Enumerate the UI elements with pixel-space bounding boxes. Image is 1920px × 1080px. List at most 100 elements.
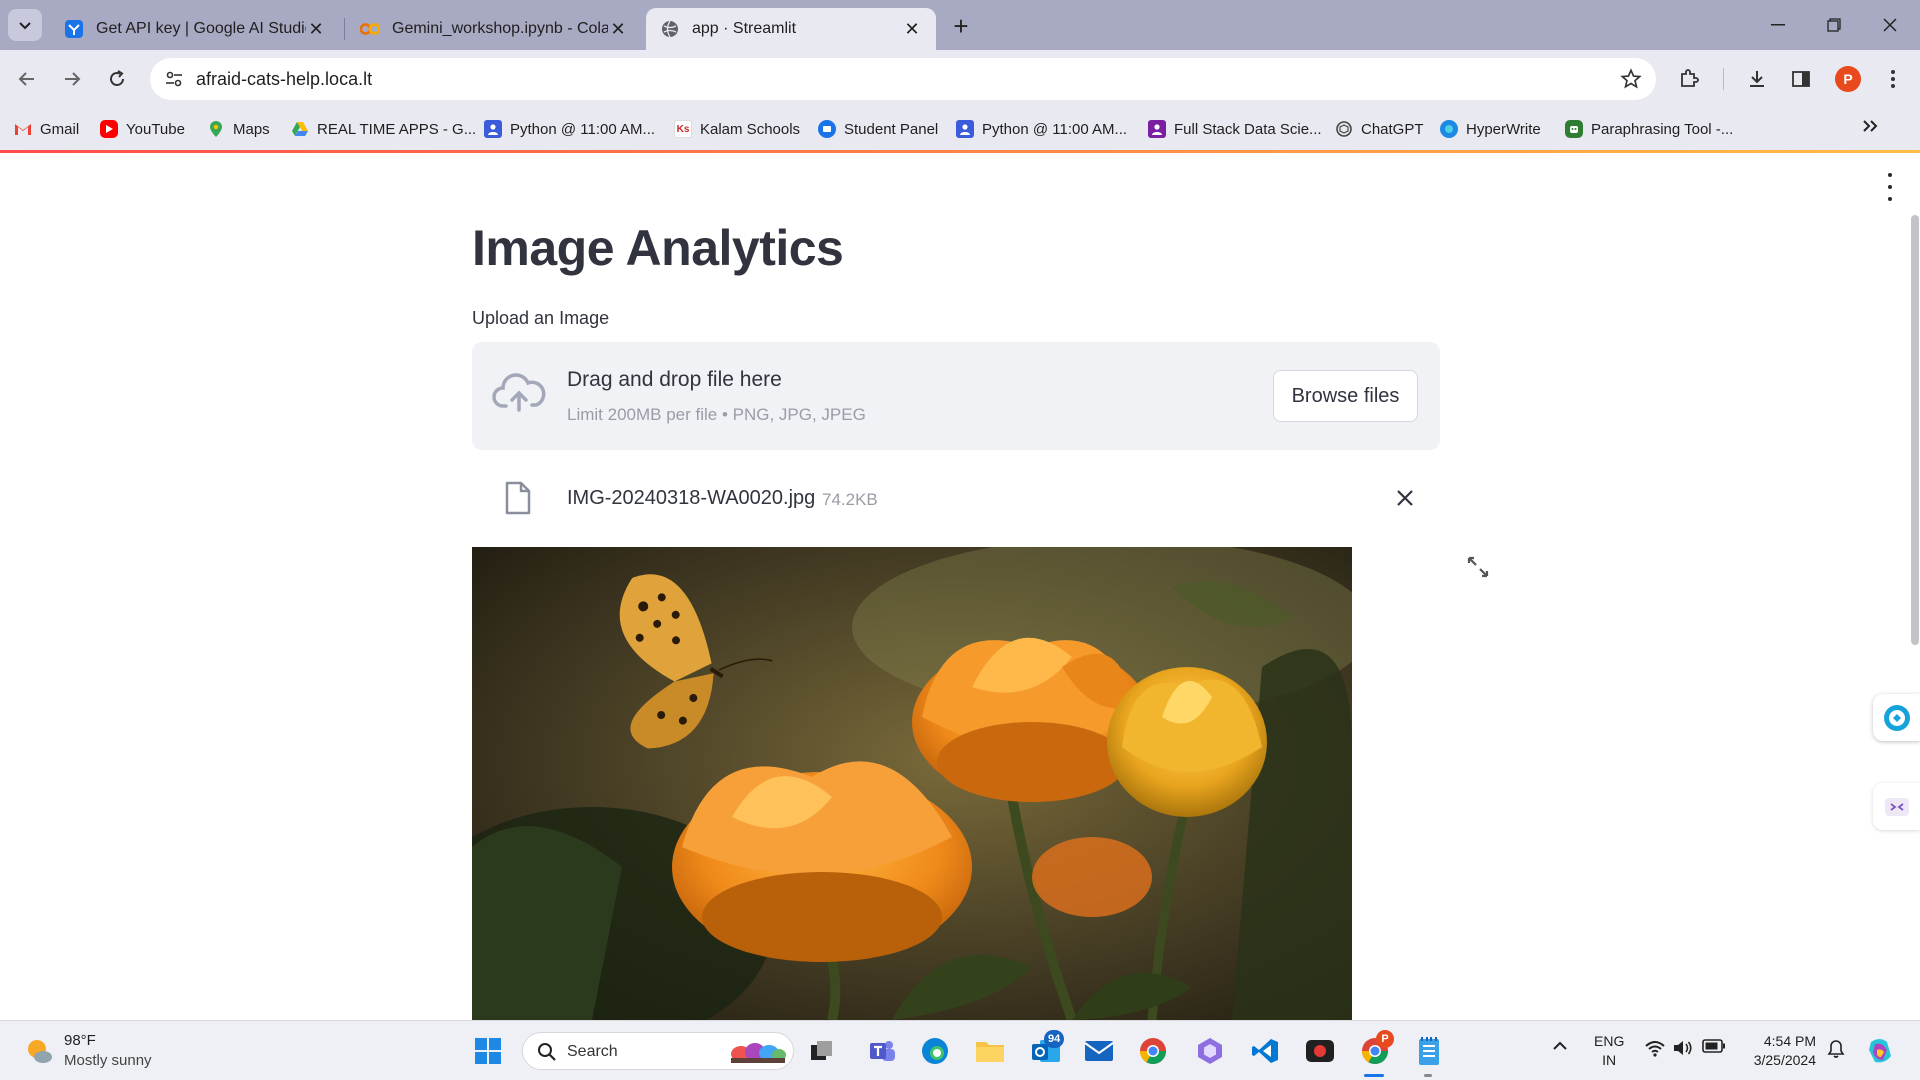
active-app-indicator [1364, 1074, 1384, 1077]
side-panel-button[interactable] [1784, 62, 1818, 96]
code-collapse-icon [1884, 797, 1909, 816]
battery-icon [1702, 1039, 1725, 1053]
browse-files-button[interactable]: Browse files [1273, 370, 1418, 422]
puzzle-icon [1681, 69, 1699, 87]
tab-divider [344, 18, 345, 40]
bookmark-kalam-schools[interactable]: Ks Kalam Schools [674, 117, 800, 141]
address-bar[interactable]: afraid-cats-help.loca.lt [150, 58, 1656, 100]
bookmark-paraphrasing-tool[interactable]: Paraphrasing Tool -... [1565, 117, 1733, 141]
kalam-icon: Ks [674, 120, 692, 138]
running-app-indicator [1424, 1074, 1432, 1077]
floating-tools-button[interactable] [1873, 783, 1920, 830]
menu-dot [1888, 185, 1892, 189]
globe-icon [660, 19, 680, 39]
wifi-icon [1645, 1041, 1665, 1057]
bookmark-star-icon[interactable] [1620, 68, 1642, 90]
drive-icon [291, 120, 309, 138]
edge-button[interactable] [919, 1035, 951, 1067]
bookmark-label: Gmail [40, 120, 80, 138]
tab-title: Gemini_workshop.ipynb - Colab [392, 20, 608, 37]
app-menu-button[interactable] [1880, 173, 1900, 201]
close-tab-icon[interactable]: ✕ [306, 19, 326, 39]
tab-streamlit[interactable]: app · Streamlit ✕ [646, 8, 936, 50]
menu-dot [1888, 197, 1892, 201]
close-window-button[interactable] [1862, 0, 1918, 50]
student-panel-icon [818, 120, 836, 138]
extensions-button[interactable] [1672, 62, 1706, 96]
site-settings-icon[interactable] [164, 69, 184, 89]
restore-button[interactable] [1806, 0, 1862, 50]
bookmark-python-1[interactable]: Python @ 11:00 AM... [484, 117, 655, 141]
tab-colab[interactable]: Gemini_workshop.ipynb - Colab ✕ [346, 8, 642, 50]
reload-button[interactable] [100, 62, 134, 96]
bookmark-student-panel[interactable]: Student Panel [818, 117, 938, 141]
system-clock[interactable]: 4:54 PM 3/25/2024 [1746, 1032, 1816, 1070]
fullscreen-icon[interactable] [1466, 555, 1490, 579]
notifications-button[interactable] [1826, 1039, 1846, 1062]
tab-title: Get API key | Google AI Studio [96, 20, 306, 37]
wifi-status[interactable] [1644, 1039, 1666, 1060]
forward-button[interactable] [55, 62, 89, 96]
close-tab-icon[interactable]: ✕ [608, 19, 628, 39]
profile-avatar[interactable]: P [1835, 66, 1861, 92]
bookmark-gmail[interactable]: Gmail [14, 117, 79, 141]
chrome-profile-badge: P [1376, 1030, 1394, 1048]
floating-assistant-button[interactable] [1873, 694, 1920, 741]
notification-badge: 94 [1044, 1030, 1065, 1048]
bookmark-python-2[interactable]: Python @ 11:00 AM... [956, 117, 1127, 141]
windows-taskbar: 98°F Mostly sunny Search 94 P ENG IN 4:5… [0, 1020, 1920, 1080]
contact-icon [484, 120, 502, 138]
close-icon [1883, 18, 1897, 32]
notepad-button[interactable] [1413, 1035, 1445, 1067]
tab-google-ai-studio[interactable]: Get API key | Google AI Studio ✕ [50, 8, 340, 50]
chrome-menu-button[interactable] [1876, 62, 1910, 96]
google-ai-studio-icon [64, 19, 84, 39]
url-text: afraid-cats-help.loca.lt [196, 69, 373, 89]
bookmark-youtube[interactable]: YouTube [100, 117, 185, 141]
bookmark-full-stack[interactable]: Full Stack Data Scie... [1148, 117, 1322, 141]
sun-cloud-icon[interactable] [24, 1036, 54, 1066]
restore-icon [1827, 18, 1841, 32]
clock-time: 4:54 PM [1763, 1033, 1816, 1049]
downloads-button[interactable] [1740, 62, 1774, 96]
screen-recorder-button[interactable] [1304, 1035, 1336, 1067]
copilot-tray-button[interactable] [1864, 1035, 1896, 1067]
file-explorer-button[interactable] [974, 1035, 1006, 1067]
remove-file-button[interactable] [1392, 485, 1418, 511]
show-hidden-icons-button[interactable] [1552, 1039, 1568, 1055]
download-icon [1750, 71, 1764, 87]
edge-icon [922, 1038, 948, 1064]
bookmark-label: Full Stack Data Scie... [1174, 120, 1322, 138]
battery-status[interactable] [1702, 1039, 1726, 1056]
copilot-icon [1198, 1038, 1222, 1064]
weather-description[interactable]: Mostly sunny [64, 1052, 152, 1069]
notepad-icon [1419, 1037, 1439, 1065]
scrollbar[interactable] [1911, 215, 1919, 645]
bookmark-label: Student Panel [844, 120, 939, 138]
clock-date: 3/25/2024 [1753, 1052, 1816, 1068]
taskbar-search[interactable]: Search [522, 1032, 794, 1070]
chrome-button[interactable] [1137, 1035, 1169, 1067]
teams-button[interactable] [866, 1035, 898, 1067]
more-bookmarks-button[interactable] [1862, 116, 1878, 139]
volume-status[interactable] [1672, 1039, 1694, 1060]
language-indicator[interactable]: ENG IN [1594, 1032, 1624, 1070]
start-button[interactable] [472, 1035, 504, 1067]
bookmark-real-time-apps[interactable]: REAL TIME APPS - G... [291, 117, 476, 141]
mail-button[interactable] [1083, 1035, 1115, 1067]
new-tab-button[interactable]: + [946, 11, 976, 41]
minimize-button[interactable] [1750, 0, 1806, 50]
bookmark-hyperwrite[interactable]: HyperWrite [1440, 117, 1541, 141]
weather-temperature[interactable]: 98°F [64, 1032, 96, 1049]
task-view-button[interactable] [806, 1035, 838, 1067]
close-tab-icon[interactable]: ✕ [902, 19, 922, 39]
bookmark-chatgpt[interactable]: ChatGPT [1335, 117, 1424, 141]
windows-logo-icon [475, 1038, 501, 1064]
vscode-button[interactable] [1249, 1035, 1281, 1067]
tab-search-button[interactable] [8, 9, 42, 41]
copilot-button[interactable] [1194, 1035, 1226, 1067]
region-code: IN [1602, 1052, 1617, 1068]
back-button[interactable] [10, 62, 44, 96]
arrow-left-icon [18, 72, 34, 86]
bookmark-maps[interactable]: Maps [207, 117, 270, 141]
